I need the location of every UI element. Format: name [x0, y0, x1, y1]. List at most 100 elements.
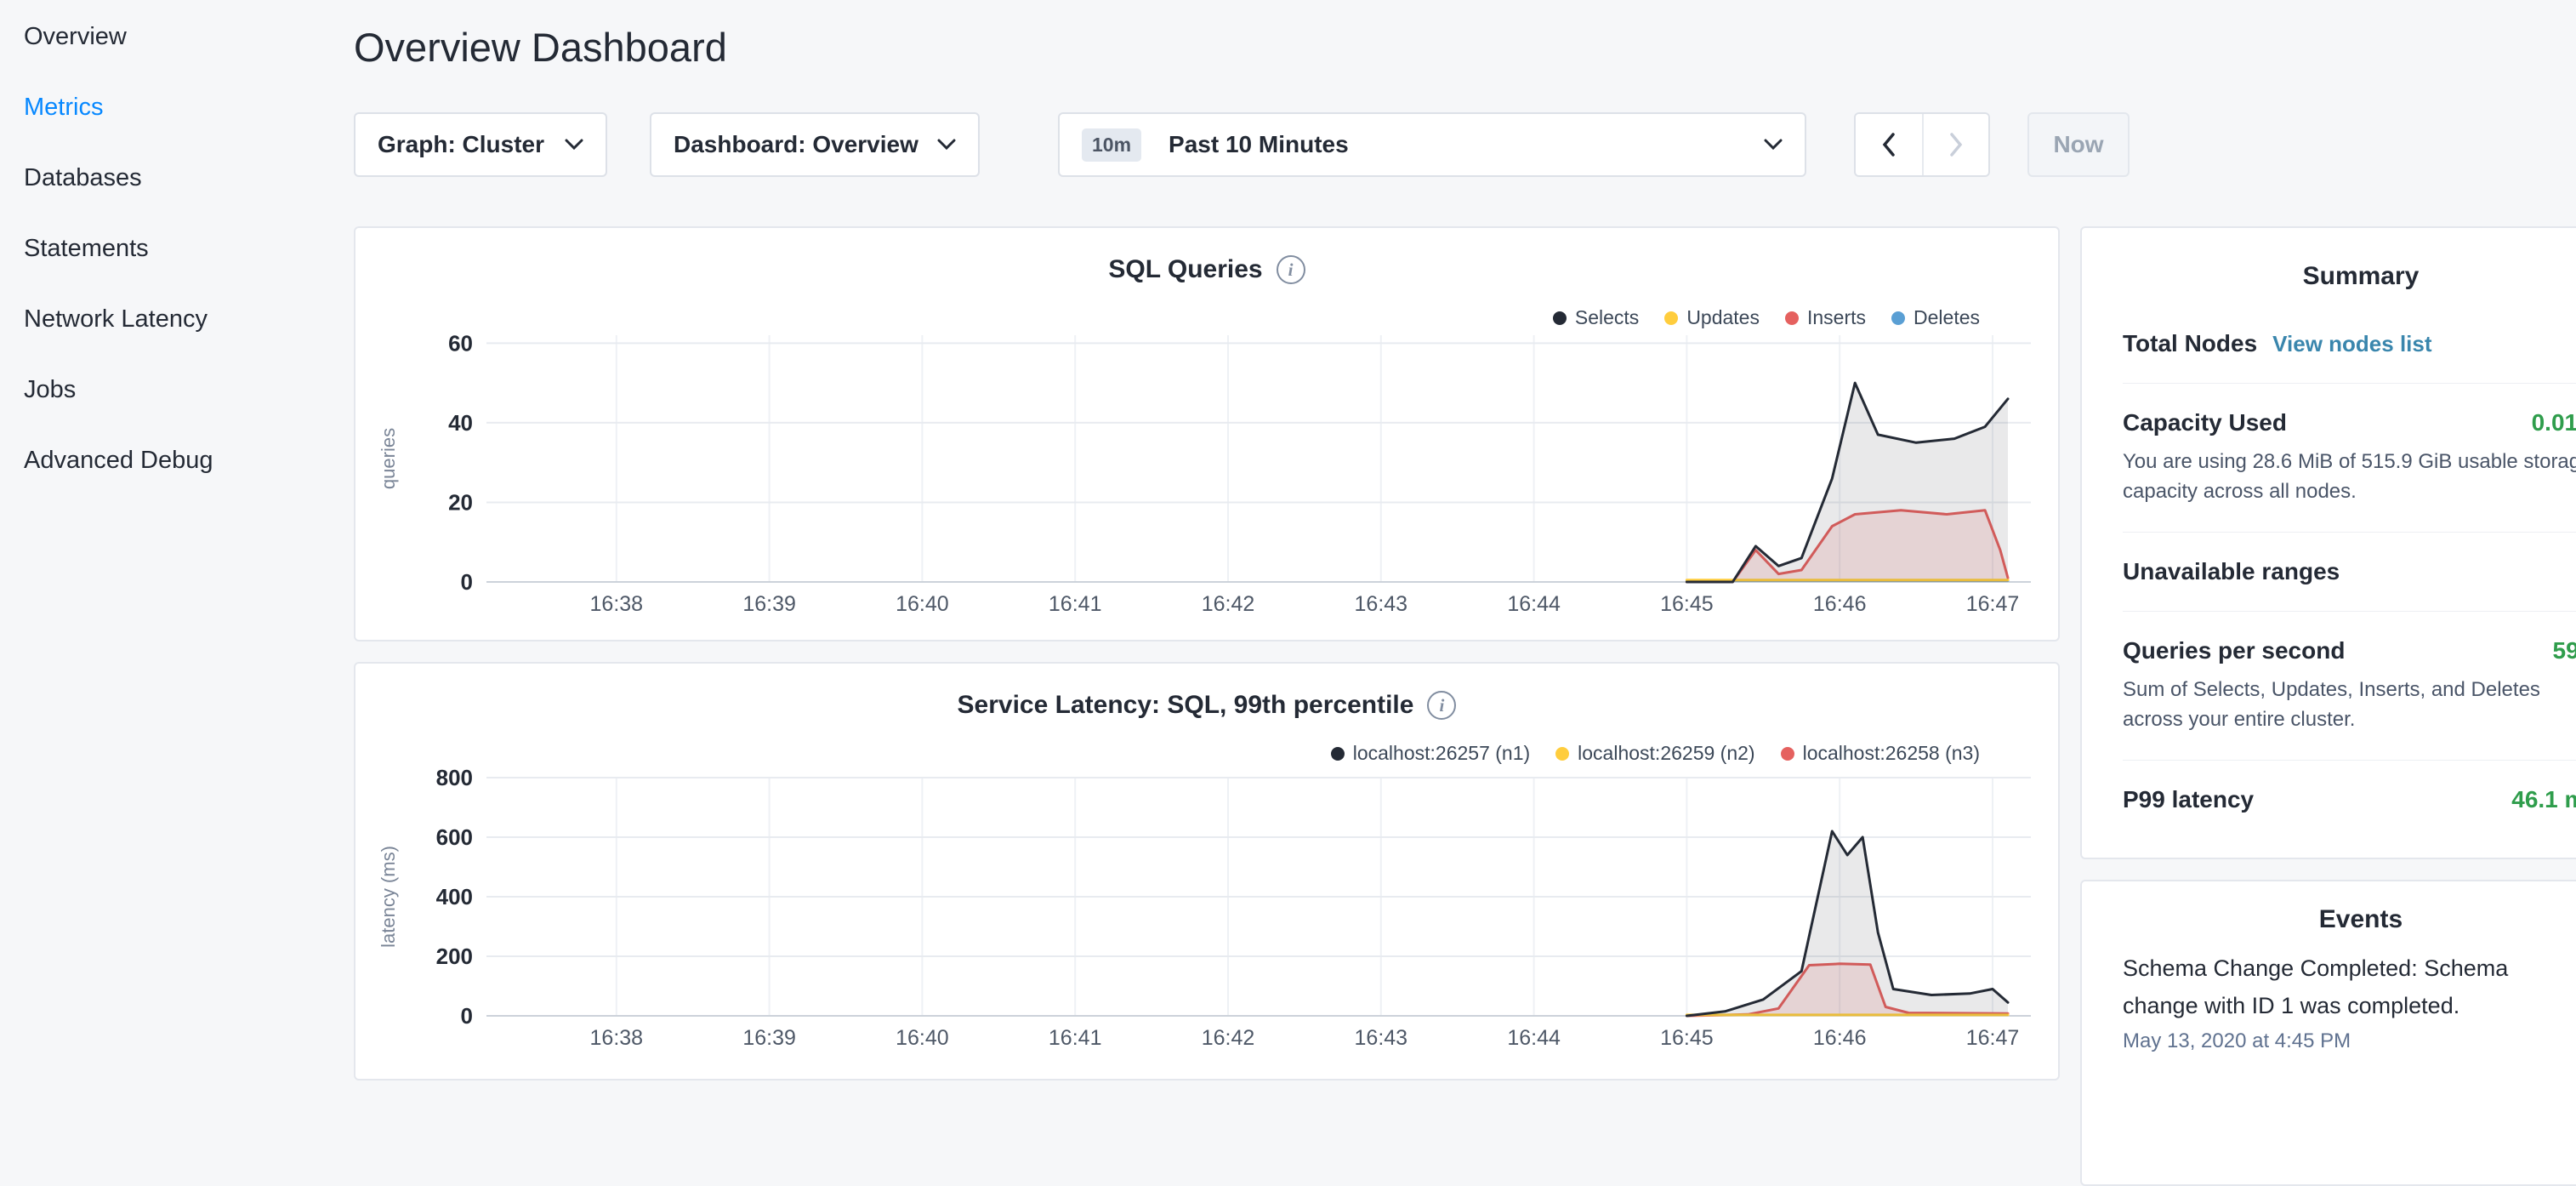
service-latency-legend: localhost:26257 (n1) localhost:26259 (n2)… — [1331, 742, 1980, 765]
event-timestamp: May 13, 2020 at 4:45 PM — [2123, 1029, 2576, 1053]
chevron-right-icon — [1949, 133, 1963, 157]
graph-scope-dropdown[interactable]: Graph: Cluster — [354, 112, 607, 177]
sidebar-item-advanced-debug[interactable]: Advanced Debug — [0, 425, 323, 496]
legend-item[interactable]: Selects — [1553, 306, 1639, 329]
svg-text:16:43: 16:43 — [1355, 592, 1408, 616]
svg-text:16:44: 16:44 — [1507, 592, 1561, 616]
svg-text:60: 60 — [448, 330, 473, 356]
sql-queries-chart[interactable]: 16:38 16:39 16:40 16:41 16:42 16:43 16:44 16:45… — [355, 228, 2058, 640]
events-title: Events — [2123, 881, 2576, 943]
legend-label: Selects — [1575, 306, 1639, 329]
time-window-prev-button[interactable] — [1856, 114, 1922, 175]
view-nodes-list-link[interactable]: View nodes list — [2272, 331, 2431, 357]
summary-row-total-nodes: Total Nodes View nodes list 3 — [2123, 305, 2576, 383]
summary-row-queries-per-second: Queries per second 59.7 Sum of Selects, … — [2123, 611, 2576, 760]
svg-text:0: 0 — [461, 569, 473, 595]
summary-label: P99 latency — [2123, 786, 2254, 813]
legend-dot — [1785, 311, 1799, 325]
legend-label: Deletes — [1914, 306, 1980, 329]
service-latency-chart-title: Service Latency: SQL, 99th percentile — [958, 691, 1414, 720]
sidebar-item-network-latency[interactable]: Network Latency — [0, 284, 323, 355]
queries-per-second-description: Sum of Selects, Updates, Inserts, and De… — [2123, 675, 2576, 734]
sidebar-item-jobs[interactable]: Jobs — [0, 355, 323, 425]
legend-item[interactable]: Deletes — [1891, 306, 1980, 329]
legend-label: Inserts — [1807, 306, 1866, 329]
svg-text:16:41: 16:41 — [1049, 1026, 1102, 1050]
summary-label: Total Nodes — [2123, 330, 2257, 357]
summary-label: Capacity Used — [2123, 409, 2287, 436]
svg-text:16:39: 16:39 — [742, 1026, 796, 1050]
svg-text:16:46: 16:46 — [1813, 1026, 1867, 1050]
svg-text:16:47: 16:47 — [1966, 1026, 2020, 1050]
svg-text:16:45: 16:45 — [1660, 592, 1714, 616]
svg-text:latency (ms): latency (ms) — [378, 846, 399, 948]
legend-label: Updates — [1686, 306, 1760, 329]
toolbar: Graph: Cluster Dashboard: Overview 10m P… — [354, 112, 2130, 177]
sidebar-item-overview[interactable]: Overview — [0, 2, 323, 72]
legend-dot — [1331, 747, 1345, 761]
legend-dot — [1553, 311, 1567, 325]
time-window-next-button[interactable] — [1922, 114, 1988, 175]
legend-item[interactable]: Updates — [1664, 306, 1760, 329]
chart-title-row: Service Latency: SQL, 99th percentile i — [355, 691, 2058, 720]
legend-item[interactable]: Inserts — [1785, 306, 1866, 329]
p99-latency-value: 46.1 ms — [2511, 786, 2576, 813]
chart-title-row: SQL Queries i — [355, 255, 2058, 284]
svg-text:20: 20 — [448, 490, 473, 516]
capacity-used-description: You are using 28.6 MiB of 515.9 GiB usab… — [2123, 447, 2576, 506]
chevron-down-icon — [937, 139, 956, 151]
info-icon[interactable]: i — [1427, 691, 1456, 720]
summary-title: Summary — [2123, 228, 2576, 305]
legend-label: localhost:26257 (n1) — [1353, 742, 1530, 765]
time-window-dropdown[interactable]: 10m Past 10 Minutes — [1058, 112, 1806, 177]
svg-text:16:38: 16:38 — [590, 1026, 644, 1050]
legend-dot — [1664, 311, 1678, 325]
legend-label: localhost:26258 (n3) — [1803, 742, 1980, 765]
svg-text:16:45: 16:45 — [1660, 1026, 1714, 1050]
svg-text:40: 40 — [448, 410, 473, 436]
sidebar-item-statements[interactable]: Statements — [0, 214, 323, 284]
legend-label: localhost:26259 (n2) — [1578, 742, 1754, 765]
summary-label: Queries per second — [2123, 637, 2345, 664]
summary-row-capacity-used: Capacity Used 0.01% You are using 28.6 M… — [2123, 383, 2576, 532]
svg-text:16:47: 16:47 — [1966, 592, 2020, 616]
graph-scope-label: Graph: Cluster — [378, 131, 544, 158]
event-item[interactable]: Schema Change Completed: Schema change w… — [2123, 949, 2576, 1053]
sql-queries-chart-title: SQL Queries — [1108, 255, 1262, 284]
dashboard-label: Dashboard: Overview — [674, 131, 918, 158]
capacity-used-value: 0.01% — [2532, 409, 2576, 436]
svg-text:16:46: 16:46 — [1813, 592, 1867, 616]
chart-canvas-svg: 16:38 16:39 16:40 16:41 16:42 16:43 16:44 16:45… — [355, 228, 2058, 640]
chart-canvas-svg: 16:3816:3916:4016:4116:4216:4316:4416:45… — [355, 664, 2058, 1079]
now-button[interactable]: Now — [2027, 112, 2130, 177]
chevron-down-icon — [1764, 139, 1783, 151]
dashboard-dropdown[interactable]: Dashboard: Overview — [650, 112, 980, 177]
summary-label: Unavailable ranges — [2123, 558, 2340, 585]
info-icon[interactable]: i — [1277, 255, 1305, 284]
svg-text:16:41: 16:41 — [1049, 592, 1102, 616]
svg-text:400: 400 — [436, 884, 473, 909]
legend-item[interactable]: localhost:26259 (n2) — [1555, 742, 1754, 765]
chevron-left-icon — [1882, 133, 1896, 157]
svg-text:16:39: 16:39 — [742, 592, 796, 616]
time-window-badge: 10m — [1082, 128, 1141, 162]
legend-dot — [1891, 311, 1905, 325]
svg-text:16:43: 16:43 — [1355, 1026, 1408, 1050]
summary-panel: Summary Total Nodes View nodes list 3 Ca… — [2080, 226, 2576, 859]
sidebar: Overview Metrics Databases Statements Ne… — [0, 2, 323, 496]
legend-item[interactable]: localhost:26257 (n1) — [1331, 742, 1530, 765]
summary-row-unavailable-ranges: Unavailable ranges 0 — [2123, 532, 2576, 611]
legend-item[interactable]: localhost:26258 (n3) — [1781, 742, 1980, 765]
chevron-down-icon — [565, 139, 583, 151]
sidebar-item-databases[interactable]: Databases — [0, 143, 323, 214]
page-title: Overview Dashboard — [354, 24, 727, 71]
sidebar-item-metrics[interactable]: Metrics — [0, 72, 323, 143]
svg-text:16:38: 16:38 — [590, 592, 644, 616]
svg-text:16:42: 16:42 — [1202, 592, 1255, 616]
service-latency-chart[interactable]: 16:3816:3916:4016:4116:4216:4316:4416:45… — [355, 664, 2058, 1079]
svg-text:16:40: 16:40 — [896, 592, 949, 616]
svg-text:16:40: 16:40 — [896, 1026, 949, 1050]
event-message: Schema Change Completed: Schema change w… — [2123, 949, 2531, 1024]
events-panel: Events Schema Change Completed: Schema c… — [2080, 880, 2576, 1186]
summary-row-p99-latency: P99 latency 46.1 ms — [2123, 760, 2576, 839]
